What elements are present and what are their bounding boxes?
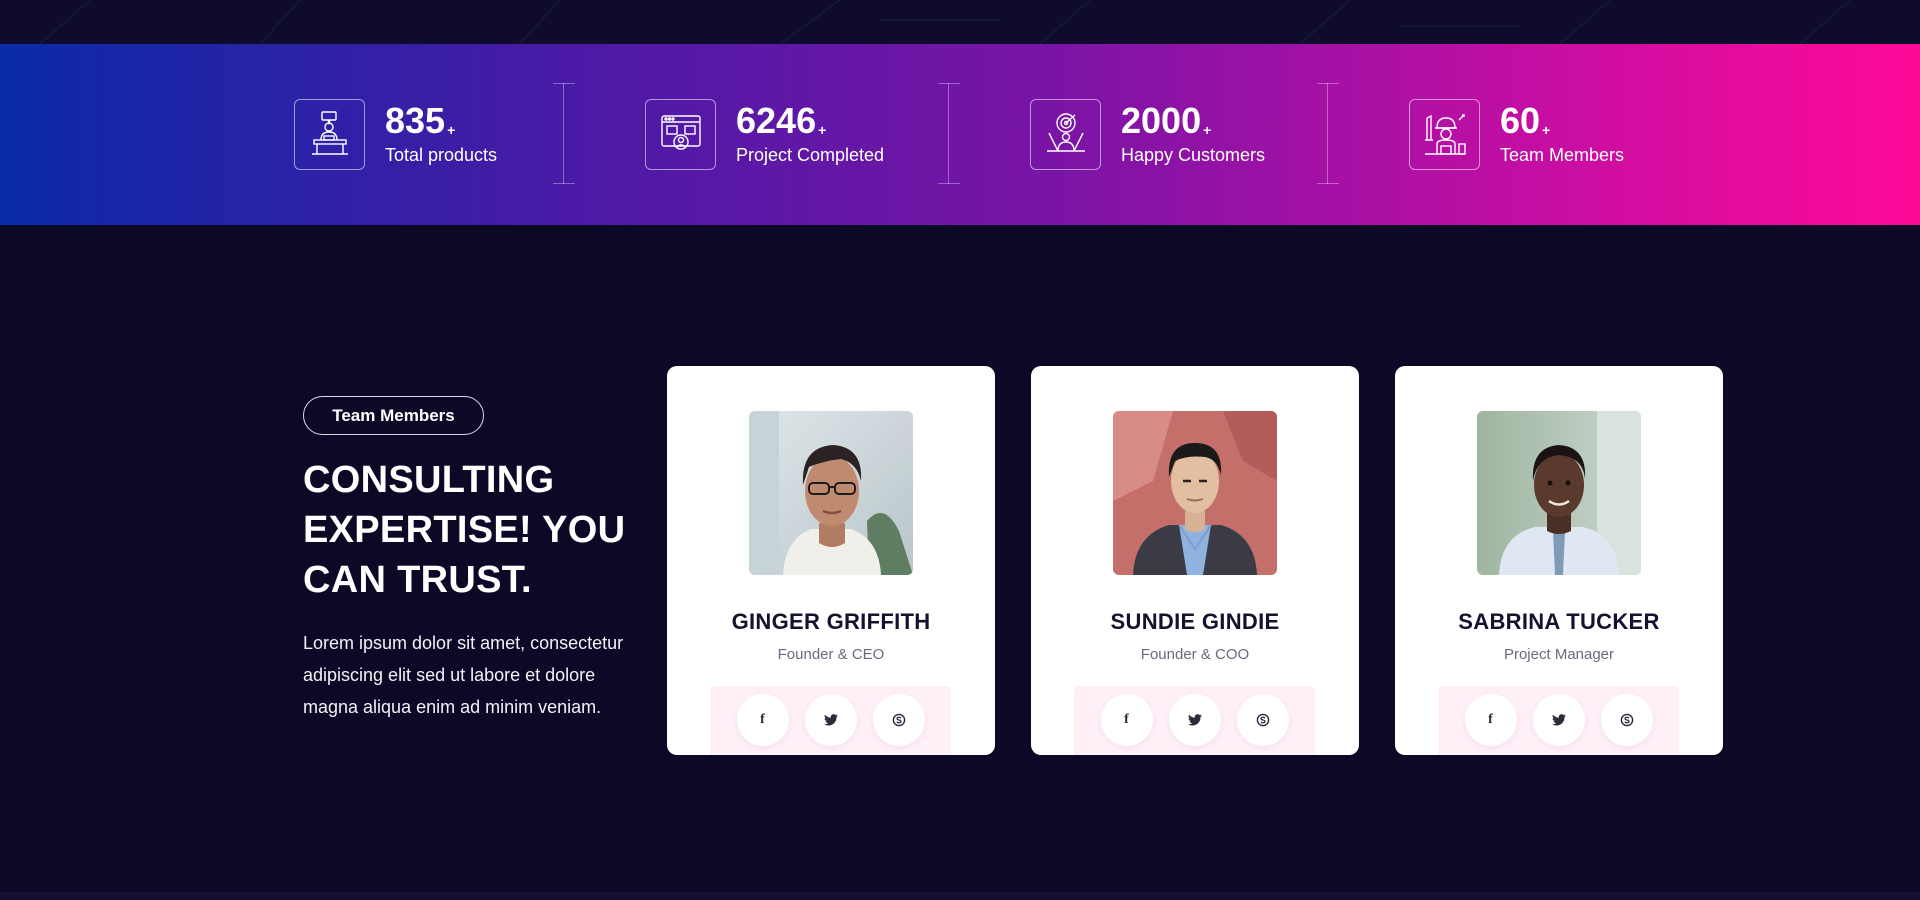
twitter-icon xyxy=(1187,713,1202,726)
social-links: f xyxy=(1074,686,1315,755)
social-links: f xyxy=(1438,686,1679,755)
skype-button[interactable] xyxy=(1600,693,1653,746)
stat-team-members: 60 + Team Members xyxy=(1409,98,1624,170)
stat-value: 2000 xyxy=(1121,100,1202,141)
twitter-button[interactable] xyxy=(1168,693,1221,746)
worker-tools-icon xyxy=(1409,98,1480,170)
member-photo xyxy=(1113,411,1277,575)
stat-label: Total products xyxy=(385,145,498,165)
facebook-icon: f xyxy=(1488,711,1493,727)
stat-plus: + xyxy=(1203,122,1212,138)
stat-plus: + xyxy=(447,122,456,138)
member-name: SUNDIE GINDIE xyxy=(1110,609,1280,634)
member-role: Founder & COO xyxy=(1140,646,1250,663)
description-line: Lorem ipsum dolor sit amet, consectetur xyxy=(303,633,624,653)
stat-plus: + xyxy=(818,122,827,138)
team-members-badge: Team Members xyxy=(303,396,484,435)
description-line: magna aliqua enim ad minim veniam. xyxy=(303,697,602,717)
skype-icon xyxy=(892,713,905,726)
headline-line: CONSULTING xyxy=(303,459,555,501)
member-name: GINGER GRIFFITH xyxy=(731,609,931,634)
description-line: adipiscing elit sed ut labore et dolore xyxy=(303,665,596,685)
stat-label: Project Completed xyxy=(736,145,885,165)
facebook-icon: f xyxy=(1124,711,1129,727)
headline-line: CAN TRUST. xyxy=(303,559,532,601)
skype-button[interactable] xyxy=(1236,693,1289,746)
member-role: Project Manager xyxy=(1503,646,1615,663)
twitter-icon xyxy=(823,713,838,726)
stat-number: 6246 + xyxy=(736,101,884,141)
stat-number: 835 + xyxy=(385,101,497,141)
member-photo xyxy=(1477,411,1641,575)
stat-project-completed: 6246 + Project Completed xyxy=(645,98,884,170)
social-links: f xyxy=(710,686,951,755)
team-card: GINGER GRIFFITH Founder & CEO f xyxy=(667,366,995,755)
headline-line: EXPERTISE! YOU xyxy=(303,509,626,551)
stat-total-products: 835 + Total products xyxy=(294,98,497,170)
stat-value: 6246 xyxy=(736,100,817,141)
twitter-icon xyxy=(1551,713,1566,726)
skype-icon xyxy=(1256,713,1269,726)
stat-divider xyxy=(553,83,575,184)
section-description: Lorem ipsum dolor sit amet, consectetur … xyxy=(303,627,653,723)
stats-band: 835 + Total products 6246 + Project Comp… xyxy=(0,44,1920,225)
facebook-icon: f xyxy=(760,711,765,727)
skype-icon xyxy=(1620,713,1633,726)
stat-happy-customers: 2000 + Happy Customers xyxy=(1030,98,1265,170)
facebook-button[interactable]: f xyxy=(1464,693,1517,746)
twitter-button[interactable] xyxy=(804,693,857,746)
target-person-icon xyxy=(1030,98,1101,170)
team-card: SUNDIE GINDIE Founder & COO f xyxy=(1031,366,1359,755)
browser-user-icon xyxy=(645,98,716,170)
stat-label: Happy Customers xyxy=(1121,145,1266,165)
stat-value: 60 xyxy=(1500,100,1541,141)
skype-button[interactable] xyxy=(872,693,925,746)
section-headline: CONSULTING EXPERTISE! YOU CAN TRUST. xyxy=(303,455,643,605)
stat-divider xyxy=(1317,83,1339,184)
twitter-button[interactable] xyxy=(1532,693,1585,746)
bottom-decorative-strip xyxy=(0,892,1920,900)
member-role: Founder & CEO xyxy=(777,646,885,663)
presenter-desk-icon xyxy=(294,98,365,170)
team-card: SABRINA TUCKER Project Manager f xyxy=(1395,366,1723,755)
member-name: SABRINA TUCKER xyxy=(1458,609,1660,634)
facebook-button[interactable]: f xyxy=(1100,693,1153,746)
facebook-button[interactable]: f xyxy=(736,693,789,746)
stat-value: 835 xyxy=(385,100,446,141)
stat-label: Team Members xyxy=(1500,145,1625,165)
top-decorative-strip xyxy=(0,0,1920,44)
stat-number: 2000 + xyxy=(1121,101,1265,141)
stat-plus: + xyxy=(1542,122,1551,138)
stat-number: 60 + xyxy=(1500,101,1624,141)
member-photo xyxy=(749,411,913,575)
stat-divider xyxy=(938,83,960,184)
